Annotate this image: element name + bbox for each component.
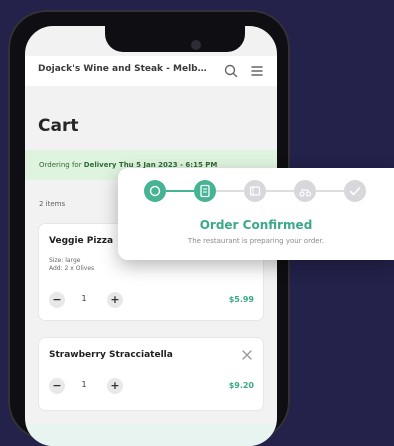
order-progress-stepper <box>118 180 394 206</box>
item-option: Size: large <box>49 257 81 264</box>
decrease-button[interactable]: − <box>49 292 65 308</box>
close-icon[interactable] <box>241 346 253 360</box>
bottom-strip <box>25 424 277 446</box>
step-complete-icon <box>344 180 366 202</box>
step-preparing-icon <box>244 180 266 202</box>
status-title: Order Confirmed <box>199 218 313 232</box>
items-count: 2 items <box>39 200 66 208</box>
step-connector <box>266 190 294 192</box>
menu-icon[interactable] <box>249 63 265 79</box>
item-option: Add: 2 x Olives <box>49 265 95 272</box>
step-confirmed-icon <box>194 180 216 202</box>
step-connector <box>216 190 244 192</box>
app-header: Dojack's Wine and Steak - Melbo... <box>25 56 277 86</box>
item-price: $9.20 <box>228 381 254 390</box>
status-description: The restaurant is preparing your order. <box>187 237 325 245</box>
decrease-button[interactable]: − <box>49 378 65 394</box>
restaurant-name[interactable]: Dojack's Wine and Steak - Melbo... <box>38 64 208 74</box>
quantity-stepper: − 1 + $9.20 <box>49 378 254 394</box>
item-price: $5.99 <box>228 295 254 304</box>
step-placed-icon <box>144 180 166 202</box>
search-icon[interactable] <box>223 63 239 79</box>
quantity-stepper: − 1 + $5.99 <box>49 292 254 308</box>
item-name: Veggie Pizza <box>49 236 114 246</box>
delivery-prefix: Ordering for <box>39 161 84 169</box>
step-connector <box>316 190 344 192</box>
phone-notch <box>105 26 245 52</box>
camera-icon <box>191 40 201 50</box>
item-name: Strawberry Stracciatella <box>49 350 173 360</box>
cart-item-card: Strawberry Stracciatella − 1 + $9.20 <box>39 338 263 410</box>
quantity-value: 1 <box>81 294 87 303</box>
step-connector <box>166 190 194 192</box>
increase-button[interactable]: + <box>107 292 123 308</box>
order-status-popover: Order Confirmed The restaurant is prepar… <box>118 168 394 260</box>
increase-button[interactable]: + <box>107 378 123 394</box>
step-delivering-icon <box>294 180 316 202</box>
page-title: Cart <box>38 116 79 136</box>
quantity-value: 1 <box>81 380 87 389</box>
